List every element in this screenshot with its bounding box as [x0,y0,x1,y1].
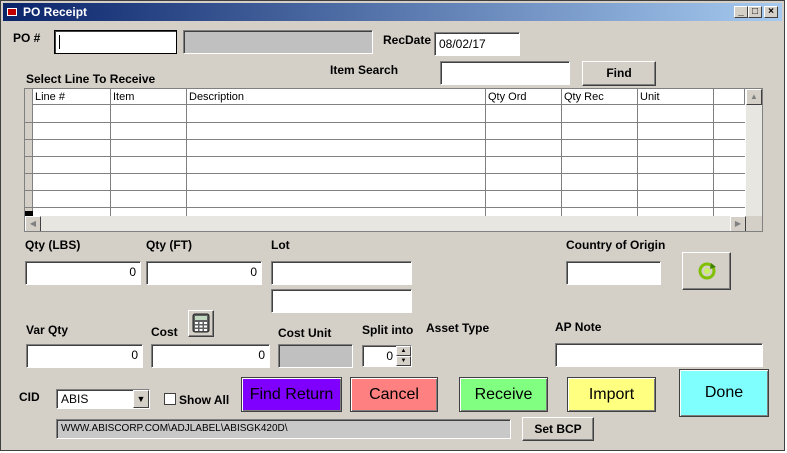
select-line-label: Select Line To Receive [26,72,156,86]
chevron-down-icon[interactable]: ▼ [133,390,149,408]
done-button[interactable]: Done [679,369,769,417]
scroll-left-arrow-icon[interactable]: ◀ [25,216,41,231]
qty-lbs-input[interactable]: 0 [25,261,141,285]
var-qty-label: Var Qty [26,323,69,337]
cost-label: Cost [151,325,178,339]
country-label: Country of Origin [566,238,666,252]
maximize-button[interactable]: □ [748,6,762,18]
column-header-unit[interactable]: Unit [638,89,714,105]
po-label: PO # [13,31,41,45]
recdate-label: RecDate [383,33,432,47]
set-bcp-button[interactable]: Set BCP [522,417,594,441]
scrollbar-corner [746,216,762,231]
scroll-right-arrow-icon[interactable]: ▶ [730,216,746,231]
horizontal-scrollbar[interactable]: ◀ ▶ [25,216,746,231]
column-header-description[interactable]: Description [187,89,486,105]
line-items-grid[interactable]: Line # Item Description Qty Ord Qty Rec … [24,88,763,232]
column-header-line[interactable]: Line # [33,89,111,105]
po-number-input[interactable] [54,30,177,54]
calculator-button[interactable] [188,310,214,337]
show-all-label: Show All [179,393,230,407]
cost-unit-field [278,344,353,368]
cid-selected-value: ABIS [61,392,89,406]
lot-input[interactable] [271,261,412,285]
qty-ft-label: Qty (FT) [146,238,192,252]
column-header-item[interactable]: Item [111,89,187,105]
refresh-button[interactable] [682,252,731,290]
lot-input-secondary[interactable] [271,289,412,313]
vertical-scrollbar[interactable]: ▲ [746,89,762,217]
import-button[interactable]: Import [567,377,656,412]
find-button[interactable]: Find [582,61,656,86]
spinner-down-icon[interactable]: ▼ [396,356,411,366]
app-icon [7,8,17,16]
item-search-label: Item Search [330,63,399,77]
asset-type-label: Asset Type [426,321,490,335]
qty-ft-input[interactable]: 0 [146,261,262,285]
column-header-qty-rec[interactable]: Qty Rec [562,89,638,105]
cid-select[interactable]: ABIS ▼ [56,389,150,409]
ap-note-input[interactable] [555,343,763,367]
calculator-icon [192,313,210,333]
title-bar[interactable]: PO Receipt _ □ × [3,3,782,21]
po-receipt-window: PO Receipt _ □ × PO # RecDate 08/02/17 I… [0,0,785,451]
split-into-label: Split into [362,323,414,337]
window-title: PO Receipt [23,5,88,19]
lot-label: Lot [271,238,290,252]
find-return-button[interactable]: Find Return [241,377,342,412]
qty-lbs-label: Qty (LBS) [25,238,81,252]
close-button[interactable]: × [764,6,778,18]
cancel-button[interactable]: Cancel [350,377,438,412]
show-all-checkbox[interactable] [164,393,176,405]
spinner-up-icon[interactable]: ▲ [396,346,411,356]
var-qty-input[interactable]: 0 [26,344,143,368]
ap-note-label: AP Note [555,320,602,334]
minimize-button[interactable]: _ [734,6,748,18]
vendor-name-field [183,30,373,54]
recdate-input[interactable]: 08/02/17 [434,32,520,56]
country-of-origin-input[interactable] [566,261,661,285]
refresh-icon [698,262,716,280]
receive-button[interactable]: Receive [459,377,548,412]
cost-input[interactable]: 0 [151,344,270,368]
row-selector-column[interactable] [25,89,33,217]
label-path-field: WWW.ABISCORP.COM\ADJLABEL\ABISGK420D\ [56,419,511,439]
cost-unit-label: Cost Unit [278,326,332,340]
scroll-up-arrow-icon[interactable]: ▲ [746,89,762,105]
cid-label: CID [19,390,40,404]
column-header-blank [714,89,745,105]
column-header-qty-ord[interactable]: Qty Ord [486,89,562,105]
item-search-input[interactable] [440,61,570,85]
